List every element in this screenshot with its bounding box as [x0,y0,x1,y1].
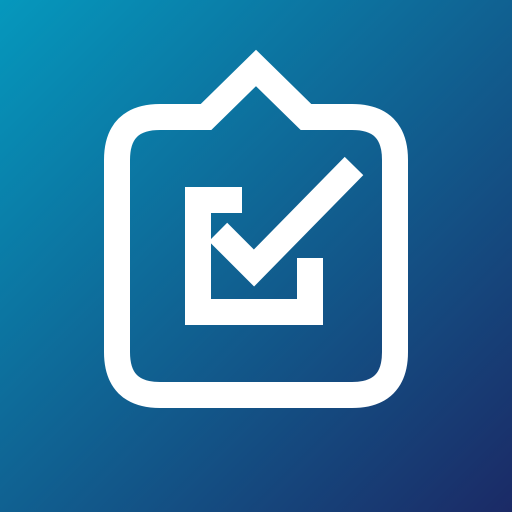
app-icon-graphic [0,0,512,512]
app-icon [0,0,512,512]
